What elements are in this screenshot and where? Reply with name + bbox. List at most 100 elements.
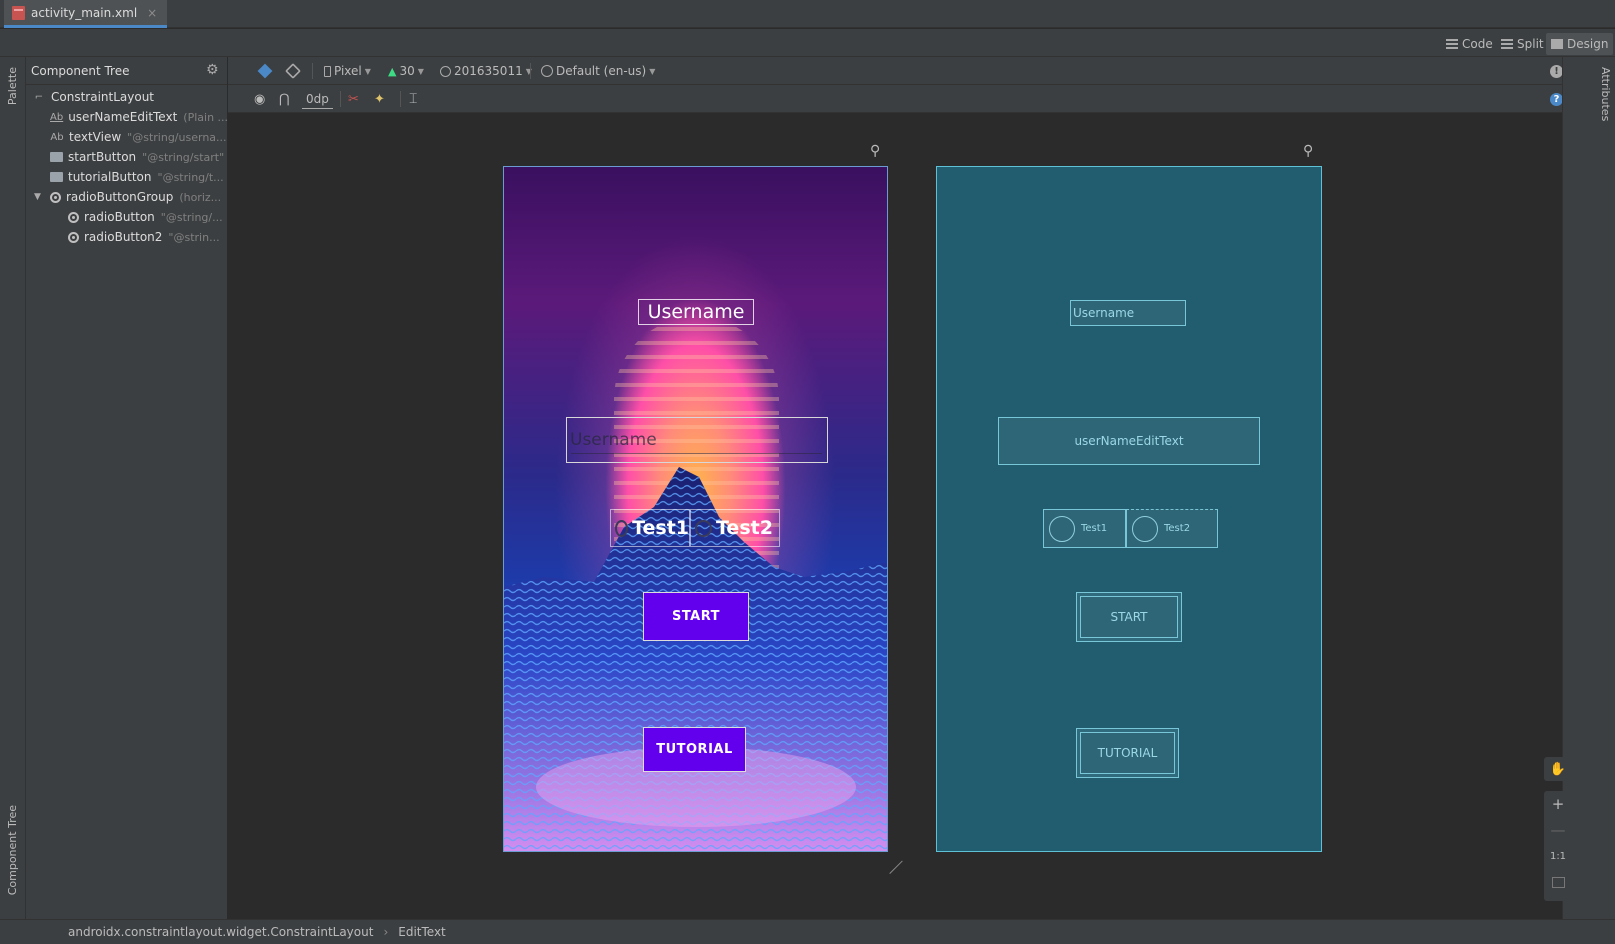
pin-icon[interactable]: ⚲ bbox=[1303, 143, 1313, 159]
tree-item-userNameEditText[interactable]: Ab userNameEditText (Plain ... bbox=[26, 107, 227, 127]
username-edit-text[interactable]: Username bbox=[566, 417, 828, 463]
pan-hand-icon[interactable]: ✋ bbox=[1544, 757, 1572, 781]
tree-item-radioButton2[interactable]: radioButton2 "@strin... bbox=[26, 227, 227, 247]
editor-mode-bar: Code Split Design bbox=[0, 29, 1615, 57]
close-icon[interactable]: × bbox=[147, 6, 157, 20]
zoom-in-button[interactable]: + bbox=[1544, 793, 1572, 815]
username-hint: Username bbox=[570, 430, 657, 450]
tree-item-description: "@string/start" bbox=[142, 150, 225, 164]
device-selector[interactable]: Pixel ▼ bbox=[324, 61, 371, 81]
split-mode-label: Split bbox=[1517, 37, 1544, 51]
orientation-icon[interactable] bbox=[285, 61, 301, 81]
tree-item-name: radioButton2 bbox=[84, 230, 163, 244]
blueprint-radio-test2-label: Test2 bbox=[1164, 523, 1191, 534]
radio-test2-label: Test2 bbox=[716, 517, 773, 539]
blueprint-radio-test1-label: Test1 bbox=[1081, 523, 1108, 534]
expand-triangle-icon[interactable]: ▼ bbox=[34, 192, 50, 202]
editor-tab-bar: activity_main.xml × bbox=[0, 0, 1615, 28]
breadcrumb-edit-text[interactable]: EditText bbox=[398, 925, 446, 939]
tree-item-name: userNameEditText bbox=[68, 110, 178, 124]
design-mode-button[interactable]: Design bbox=[1546, 33, 1614, 55]
constraint-toolbar: ◉ ⋂ 0dp ✂ ✦ ⌶ ? bbox=[228, 85, 1563, 113]
theme-selector[interactable]: 201635011 ▼ bbox=[440, 61, 532, 81]
radio-circle-icon bbox=[615, 519, 629, 537]
globe-icon bbox=[541, 65, 553, 77]
attributes-tool-tab[interactable]: Attributes bbox=[1599, 67, 1612, 121]
pin-icon[interactable]: ⚲ bbox=[870, 143, 880, 159]
file-tab[interactable]: activity_main.xml × bbox=[4, 0, 168, 28]
layers-icon[interactable] bbox=[257, 61, 273, 81]
tree-item-description: (horiz... bbox=[179, 190, 222, 204]
eye-icon[interactable]: ◉ bbox=[254, 89, 265, 109]
split-mode-button[interactable]: Split bbox=[1496, 33, 1549, 55]
breadcrumb-constraint-layout[interactable]: androidx.constraintlayout.widget.Constra… bbox=[68, 925, 373, 939]
chevron-down-icon: ▼ bbox=[417, 66, 424, 76]
blueprint-tutorial-button[interactable]: TUTORIAL bbox=[1076, 728, 1179, 778]
blueprint-radio-test1[interactable]: Test1 bbox=[1043, 509, 1126, 548]
blueprint-username-edit-text[interactable]: userNameEditText bbox=[998, 417, 1260, 465]
palette-tool-tab[interactable]: Palette bbox=[6, 67, 19, 105]
blueprint-start-button[interactable]: START bbox=[1076, 592, 1182, 642]
design-canvas[interactable] bbox=[228, 113, 1562, 919]
radio-button-test1[interactable]: Test1 bbox=[610, 509, 690, 547]
tree-item-startButton[interactable]: startButton "@string/start" bbox=[26, 147, 227, 167]
api-level-selector[interactable]: ▲ 30 ▼ bbox=[388, 61, 424, 81]
design-surface[interactable]: Username Username Test1 Test2 START TUTO… bbox=[503, 166, 888, 852]
device-label: Pixel bbox=[334, 64, 362, 78]
xml-file-icon bbox=[12, 5, 25, 20]
tree-item-description: "@string/... bbox=[160, 210, 223, 224]
constraint-layout-icon: ⌐ bbox=[34, 91, 44, 103]
design-mode-label: Design bbox=[1567, 37, 1609, 51]
gear-icon[interactable]: ⚙ bbox=[206, 62, 219, 78]
theme-label: 201635011 bbox=[454, 64, 523, 78]
fit-screen-icon bbox=[1551, 876, 1565, 888]
radio-button-test2[interactable]: Test2 bbox=[690, 509, 780, 547]
tree-item-textView[interactable]: Ab textView "@string/userna... bbox=[26, 127, 227, 147]
tree-item-name: tutorialButton bbox=[68, 170, 152, 184]
locale-selector[interactable]: Default (en-us) ▼ bbox=[541, 61, 655, 81]
component-tree-tool-tab[interactable]: Component Tree bbox=[6, 805, 19, 895]
start-button[interactable]: START bbox=[643, 592, 749, 641]
code-mode-button[interactable]: Code bbox=[1441, 33, 1498, 55]
tree-item-description: "@strin... bbox=[168, 230, 220, 244]
breadcrumb: androidx.constraintlayout.widget.Constra… bbox=[0, 919, 1615, 944]
text-view-icon: Ab bbox=[50, 131, 64, 143]
zoom-actual-size-button[interactable]: 1:1 bbox=[1544, 845, 1572, 867]
tree-item-radioButton[interactable]: radioButton "@string/... bbox=[26, 207, 227, 227]
tree-item-radioButtonGroup[interactable]: ▼ radioButtonGroup (horiz... bbox=[26, 187, 227, 207]
blueprint-surface[interactable]: Username userNameEditText Test1 Test2 ST… bbox=[936, 166, 1322, 852]
radio-button-icon bbox=[68, 231, 79, 243]
locale-label: Default (en-us) bbox=[556, 64, 647, 78]
tree-item-ConstraintLayout[interactable]: ⌐ ConstraintLayout bbox=[26, 87, 227, 107]
blueprint-radio-test2[interactable]: Test2 bbox=[1126, 509, 1218, 548]
tree-item-description: "@string/t... bbox=[157, 170, 224, 184]
tree-item-tutorialButton[interactable]: tutorialButton "@string/t... bbox=[26, 167, 227, 187]
tree-item-name: ConstraintLayout bbox=[51, 90, 155, 104]
magnet-icon[interactable]: ⋂ bbox=[279, 89, 290, 109]
tree-item-name: radioButtonGroup bbox=[66, 190, 174, 204]
left-tool-strip: Palette Component Tree bbox=[0, 57, 26, 919]
radio-test1-label: Test1 bbox=[632, 517, 689, 539]
default-margin-label: 0dp bbox=[306, 91, 329, 106]
zoom-to-fit-button[interactable] bbox=[1544, 871, 1572, 893]
infer-constraints-icon[interactable]: ✦ bbox=[374, 89, 385, 109]
component-tree-header: Component Tree ⚙ bbox=[26, 57, 244, 85]
tree-item-description: (Plain ... bbox=[183, 110, 227, 124]
code-mode-label: Code bbox=[1462, 37, 1493, 51]
guidelines-icon[interactable]: ⌶ bbox=[409, 89, 417, 109]
chevron-down-icon: ▼ bbox=[649, 66, 656, 76]
theme-icon bbox=[440, 65, 451, 77]
clear-constraints-icon[interactable]: ✂ bbox=[348, 89, 359, 109]
button-icon bbox=[50, 152, 63, 162]
default-margin-selector[interactable]: 0dp bbox=[302, 89, 333, 109]
username-text-view[interactable]: Username bbox=[638, 299, 754, 325]
code-icon bbox=[1446, 39, 1458, 49]
radio-circle-icon bbox=[695, 519, 712, 537]
tutorial-button[interactable]: TUTORIAL bbox=[643, 727, 746, 772]
blueprint-username-text-view[interactable]: Username bbox=[1070, 300, 1186, 326]
tree-item-name: radioButton bbox=[84, 210, 155, 224]
tree-item-name: startButton bbox=[68, 150, 137, 164]
component-tree-title: Component Tree bbox=[31, 63, 130, 78]
zoom-out-button[interactable]: — bbox=[1544, 819, 1572, 841]
text-field-icon: Ab bbox=[50, 111, 64, 123]
